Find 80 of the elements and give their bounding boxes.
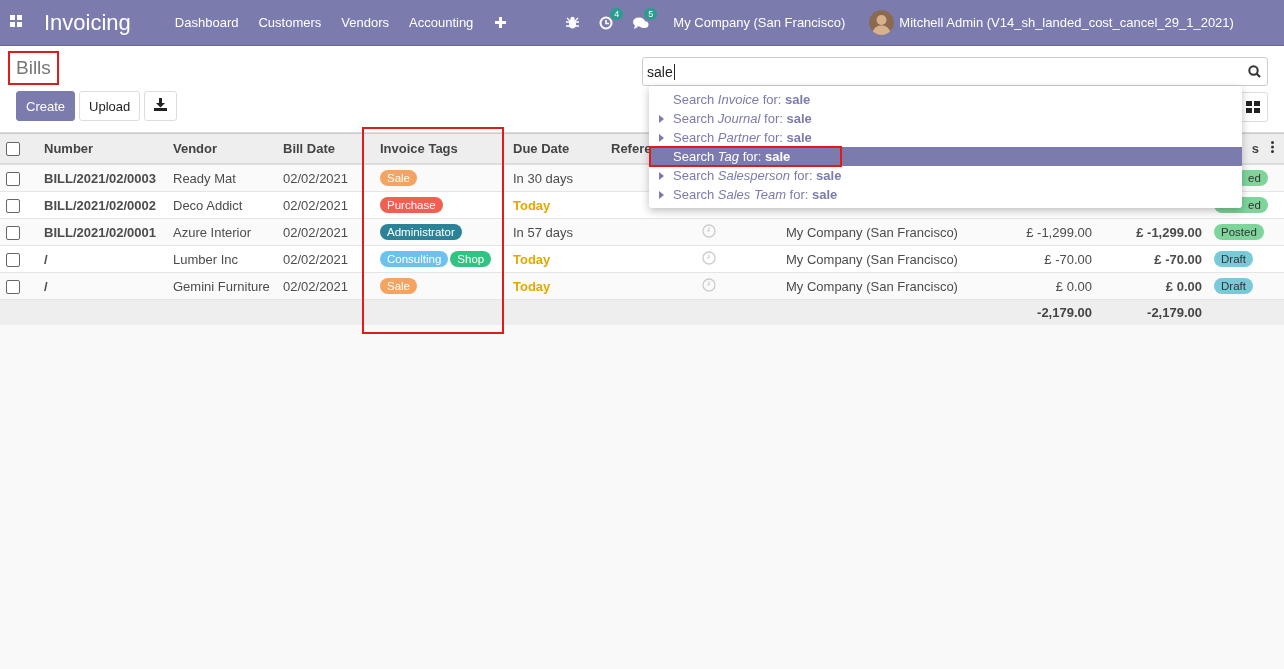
- autocomplete-item[interactable]: Search Journal for: sale: [649, 109, 1242, 128]
- row-checkbox[interactable]: [6, 279, 20, 294]
- select-all-checkbox[interactable]: [6, 142, 20, 157]
- row-checkbox[interactable]: [6, 252, 20, 267]
- table-cell: Gemini Furniture: [167, 272, 277, 300]
- table-cell: My Company (San Francisco): [780, 218, 985, 246]
- page-title: Bills: [8, 51, 59, 85]
- row-checkbox[interactable]: [6, 225, 20, 240]
- caret-icon: [658, 133, 664, 142]
- app-name: Invoicing: [44, 9, 131, 36]
- status-badge: Draft: [1214, 251, 1253, 267]
- menu-item[interactable]: Customers: [258, 15, 322, 30]
- tag: Sale: [380, 170, 418, 186]
- notification-badge: 5: [644, 7, 658, 20]
- plus-icon[interactable]: [495, 17, 507, 28]
- table-cell: Azure Interior: [167, 218, 277, 246]
- tag: Shop: [450, 251, 492, 267]
- table-cell: /: [38, 272, 167, 300]
- menu-item[interactable]: Dashboard: [174, 15, 239, 30]
- tag: Consulting: [380, 251, 449, 267]
- menu-item[interactable]: Vendors: [341, 15, 389, 30]
- grid-icon: [1246, 101, 1260, 113]
- user-menu[interactable]: Mitchell Admin (V14_sh_landed_cost_cancel_29_1_2021): [899, 15, 1234, 30]
- menu-item[interactable]: Accounting: [409, 15, 474, 30]
- table-cell: BILL/2021/02/0001: [38, 218, 167, 246]
- column-header[interactable]: Vendor: [167, 133, 277, 164]
- column-header[interactable]: Bill Date: [277, 133, 374, 164]
- table-cell: 02/02/2021: [277, 245, 374, 273]
- table-cell: £ -70.00: [1098, 245, 1208, 273]
- status-badge: Draft: [1214, 278, 1253, 294]
- table-cell: My Company (San Francisco): [780, 272, 985, 300]
- tag: Sale: [380, 278, 418, 294]
- table-cell: /: [38, 245, 167, 273]
- autocomplete-item[interactable]: Search Invoice for: sale: [649, 90, 1242, 109]
- caret-icon: [658, 114, 664, 123]
- table-cell: BILL/2021/02/0003: [38, 164, 167, 192]
- table-cell: Lumber Inc: [167, 245, 277, 273]
- table-cell: Today: [507, 272, 605, 300]
- search-icon[interactable]: [1248, 65, 1261, 78]
- download-button[interactable]: [144, 91, 178, 121]
- table-cell: 02/02/2021: [277, 164, 374, 192]
- table-cell: Today: [507, 245, 605, 273]
- search-field[interactable]: sale: [642, 57, 1268, 86]
- column-header[interactable]: Due Date: [507, 133, 605, 164]
- caret-icon: [658, 190, 664, 199]
- table-cell: £ -1,299.00: [985, 218, 1098, 246]
- create-button[interactable]: Create: [16, 91, 76, 121]
- table-cell: My Company (San Francisco): [780, 245, 985, 273]
- table-cell: £ -1,299.00: [1098, 218, 1208, 246]
- table-cell: 02/02/2021: [277, 218, 374, 246]
- column-header[interactable]: Invoice Tags: [374, 133, 507, 164]
- tag: Administrator: [380, 224, 462, 240]
- autocomplete-item[interactable]: Search Tag for: sale: [649, 147, 1242, 166]
- row-checkbox[interactable]: [6, 171, 20, 186]
- status-badge: Posted: [1214, 224, 1264, 240]
- tag: Purchase: [380, 197, 443, 213]
- table-cell: 02/02/2021: [277, 272, 374, 300]
- table-cell: £ 0.00: [1098, 272, 1208, 300]
- download-icon: [154, 98, 168, 111]
- upload-button[interactable]: Upload: [79, 91, 141, 121]
- apps-menu-icon[interactable]: [10, 15, 22, 27]
- caret-icon: [658, 171, 664, 180]
- table-cell: Deco Addict: [167, 191, 277, 219]
- total-cell: -2,179.00: [985, 299, 1098, 325]
- row-checkbox[interactable]: [6, 198, 20, 213]
- table-cell: 02/02/2021: [277, 191, 374, 219]
- table-cell: Ready Mat: [167, 164, 277, 192]
- company-switcher[interactable]: My Company (San Francisco): [673, 15, 846, 30]
- table-cell: Today: [507, 191, 605, 219]
- table-cell: £ 0.00: [985, 272, 1098, 300]
- table-cell: In 57 days: [507, 218, 605, 246]
- chat-icon[interactable]: [633, 15, 650, 30]
- bug-icon[interactable]: [566, 16, 580, 29]
- table-cell: BILL/2021/02/0002: [38, 191, 167, 219]
- notification-badge: 4: [610, 7, 624, 20]
- more-options-icon[interactable]: [1271, 141, 1274, 153]
- total-cell: -2,179.00: [1098, 299, 1208, 325]
- column-header[interactable]: Number: [38, 133, 167, 164]
- table-cell: £ -70.00: [985, 245, 1098, 273]
- table-cell: In 30 days: [507, 164, 605, 192]
